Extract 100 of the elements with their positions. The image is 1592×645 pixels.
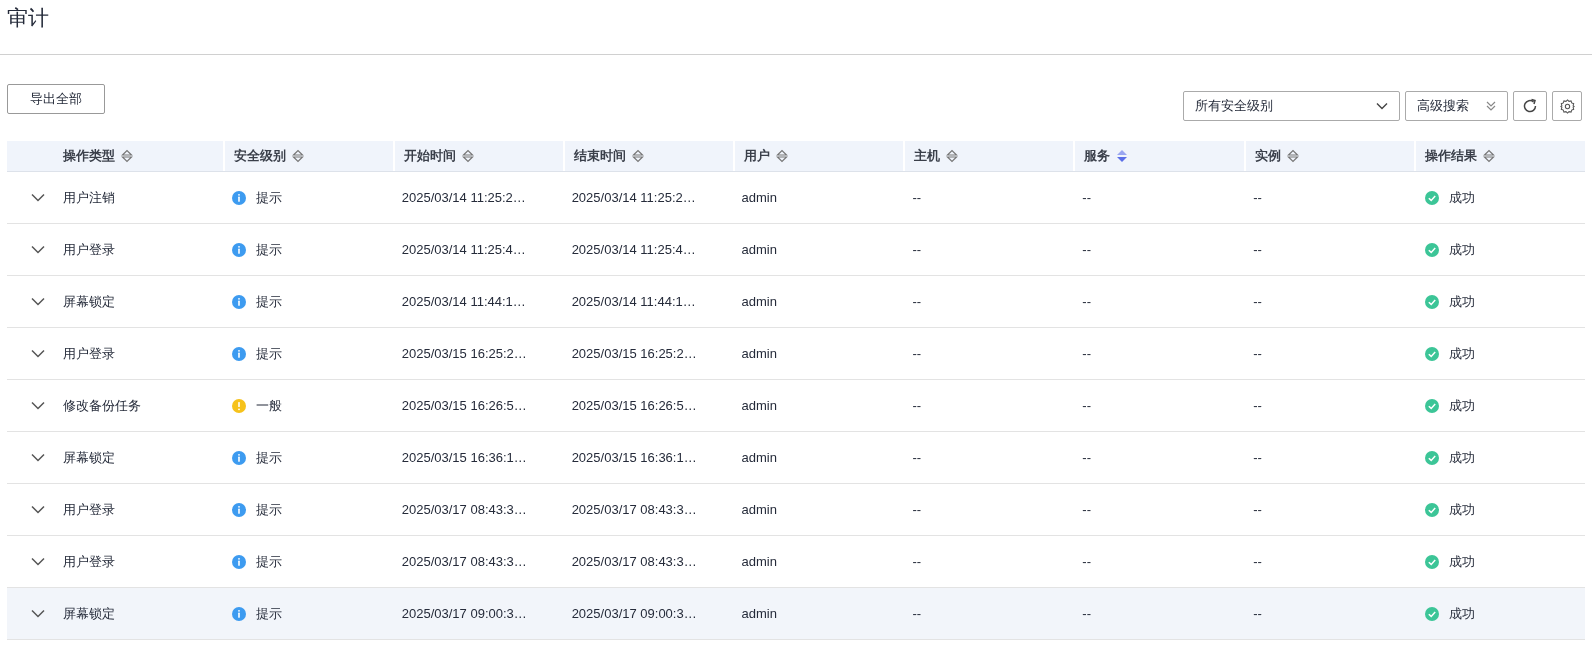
table-row[interactable]: 屏幕锁定 提示 2025/03/17 09:00:3… 2025/03/17 09:00:3… admin -- -- -- 成功 [7, 588, 1585, 640]
table-cell: admin [741, 293, 777, 309]
table-cell: -- [1082, 345, 1091, 361]
sort-icon[interactable] [1483, 149, 1496, 163]
table-cell: 2025/03/14 11:44:1… [401, 293, 526, 309]
column-header: 开始时间 [403, 147, 456, 166]
table-cell: admin [741, 553, 777, 569]
table-cell-text: 成功 [1449, 500, 1476, 519]
table-cell-text: 屏幕锁定 [63, 448, 115, 467]
column-header: 操作结果 [1425, 147, 1478, 166]
table-cell: -- [1253, 397, 1262, 413]
table-cell: -- [912, 605, 922, 621]
table-cell: 2025/03/17 08:43:3… [571, 553, 697, 569]
table-cell-text: 成功 [1449, 448, 1476, 467]
column-header: 安全级别 [233, 147, 286, 166]
chevron-down-icon [1376, 102, 1388, 110]
table-cell: admin [741, 605, 777, 621]
table-cell: admin [741, 241, 777, 257]
advanced-search-button[interactable]: 高级搜索 [1405, 91, 1508, 121]
table-cell-text: 成功 [1449, 344, 1476, 363]
table-cell: 2025/03/15 16:25:2… [401, 345, 527, 361]
column-header: 服务 [1084, 147, 1111, 166]
table-cell: -- [912, 241, 922, 257]
table-cell: 2025/03/15 16:26:5… [571, 397, 697, 413]
settings-button[interactable] [1552, 91, 1582, 121]
settings-icon [1559, 98, 1575, 114]
table-cell: -- [912, 397, 922, 413]
table-cell-text: 提示 [255, 552, 282, 571]
table-cell: 2025/03/17 08:43:3… [571, 501, 697, 517]
table-cell-text: 提示 [255, 500, 282, 519]
expand-chevron-icon[interactable] [31, 193, 45, 202]
expand-chevron-icon[interactable] [31, 557, 45, 566]
table-cell: -- [1082, 293, 1091, 309]
table-cell: -- [912, 449, 922, 465]
table-cell-text: 成功 [1449, 552, 1476, 571]
table-cell: -- [1253, 241, 1262, 257]
table-cell: 2025/03/14 11:25:2… [401, 189, 526, 205]
table-cell: -- [1253, 449, 1262, 465]
table-cell-text: 屏幕锁定 [63, 604, 115, 623]
table-cell: 2025/03/14 11:25:4… [401, 241, 526, 257]
table-cell-text: 用户登录 [63, 500, 115, 519]
table-cell: -- [1082, 241, 1091, 257]
table-cell-text: 成功 [1449, 292, 1476, 311]
expand-chevron-icon[interactable] [31, 609, 45, 618]
expand-chevron-icon[interactable] [31, 505, 45, 514]
table-cell: 2025/03/15 16:25:2… [571, 345, 697, 361]
export-all-button[interactable]: 导出全部 [7, 84, 105, 114]
table-cell: -- [1253, 553, 1262, 569]
table-cell-text: 提示 [255, 188, 282, 207]
security-level-dropdown[interactable]: 所有安全级别 [1183, 91, 1400, 121]
table-cell: admin [741, 345, 777, 361]
table-cell: 2025/03/17 09:00:3… [401, 605, 527, 621]
table-cell: -- [1082, 189, 1091, 205]
expand-chevron-icon[interactable] [31, 349, 45, 358]
table-cell-text: 成功 [1449, 604, 1476, 623]
expand-chevron-icon[interactable] [31, 297, 45, 306]
table-cell: 2025/03/17 08:43:3… [401, 501, 527, 517]
expand-chevron-icon[interactable] [31, 245, 45, 254]
sort-icon[interactable] [1287, 149, 1300, 163]
table-cell-text: 一般 [255, 396, 282, 415]
table-cell-text: 成功 [1449, 188, 1476, 207]
table-cell: admin [741, 189, 777, 205]
sort-icon[interactable] [291, 149, 304, 163]
expand-chevron-icon[interactable] [31, 401, 45, 410]
sort-icon[interactable] [946, 149, 959, 163]
table-cell: -- [1082, 605, 1091, 621]
column-header: 结束时间 [573, 147, 626, 166]
table-cell: -- [1253, 189, 1262, 205]
table-cell: -- [912, 189, 922, 205]
table-cell: -- [1082, 449, 1091, 465]
table-cell: admin [741, 397, 777, 413]
table-cell-text: 用户登录 [63, 240, 115, 259]
page-title: 审计 [7, 5, 49, 31]
sort-icon[interactable] [1116, 149, 1129, 163]
table-cell: 2025/03/15 16:36:1… [401, 449, 527, 465]
sort-icon[interactable] [121, 149, 133, 163]
refresh-button[interactable] [1513, 91, 1547, 121]
table-cell: -- [1082, 397, 1091, 413]
table-cell-text: 用户登录 [63, 344, 115, 363]
table-cell: admin [741, 501, 777, 517]
table-cell: -- [1253, 345, 1262, 361]
sort-icon[interactable] [631, 149, 644, 163]
sort-icon[interactable] [461, 149, 474, 163]
column-header: 操作类型 [63, 147, 115, 166]
table-cell-text: 提示 [255, 344, 282, 363]
sort-icon[interactable] [775, 149, 788, 163]
refresh-icon [1522, 98, 1538, 114]
expand-chevron-icon[interactable] [31, 453, 45, 462]
table-cell-text: 用户登录 [63, 552, 115, 571]
table-cell: 2025/03/15 16:36:1… [571, 449, 697, 465]
column-header: 实例 [1255, 147, 1282, 166]
column-header: 用户 [743, 147, 770, 166]
table-cell: 2025/03/14 11:25:2… [571, 189, 696, 205]
table-cell: 2025/03/14 11:25:4… [571, 241, 696, 257]
table-cell: -- [1253, 605, 1262, 621]
table-cell: 2025/03/17 09:00:3… [571, 605, 697, 621]
table-cell: -- [1253, 293, 1262, 309]
table-cell: -- [912, 293, 922, 309]
table-cell: -- [1082, 501, 1091, 517]
table-cell: -- [912, 501, 922, 517]
